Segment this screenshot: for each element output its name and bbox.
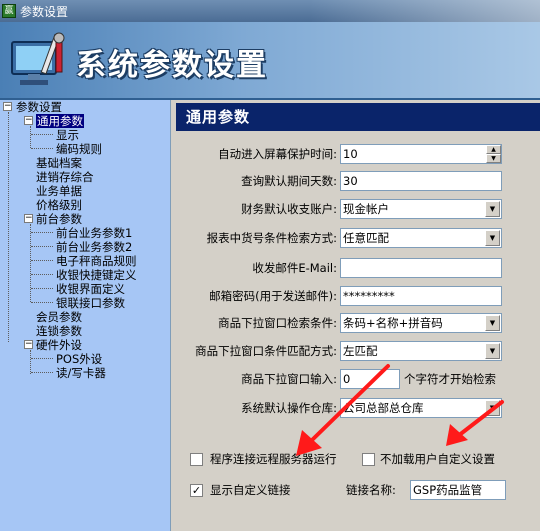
tree-item-display[interactable]: 显示 — [56, 128, 79, 142]
email-password-label: 邮箱密码(用于发送邮件): — [209, 289, 337, 303]
tree-branch — [31, 274, 53, 275]
email-password-input[interactable]: ********* — [340, 286, 502, 306]
tree-guide-line — [30, 350, 31, 374]
spin-down-icon[interactable]: ▼ — [486, 154, 501, 163]
annotation-arrow-icon — [296, 364, 390, 456]
tree-branch — [31, 260, 53, 261]
report-filter-select[interactable]: 任意匹配 ▼ — [340, 228, 502, 248]
settings-tree[interactable]: − 参数设置 − 通用参数 显示 编码规则 基础档案 进销存综合 业务单据 价格… — [0, 100, 171, 531]
email-input[interactable] — [340, 258, 502, 278]
tree-branch — [31, 302, 53, 303]
tree-item-price-level[interactable]: 价格级别 — [36, 198, 82, 212]
tree-item-frontdesk-1[interactable]: 前台业务参数1 — [56, 226, 132, 240]
dropdown-match-label: 商品下拉窗口条件匹配方式: — [195, 344, 337, 358]
titlebar-overlay — [310, 0, 540, 22]
tree-branch — [31, 372, 53, 373]
tree-collapse-icon[interactable]: − — [24, 116, 33, 125]
account-label: 财务默认收支账户: — [241, 202, 337, 216]
tree-guide-line — [30, 224, 31, 302]
dropdown-search-select[interactable]: 条码+名称+拼音码 ▼ — [340, 313, 502, 333]
tree-guide-line — [8, 112, 9, 342]
account-select[interactable]: 现金帐户 ▼ — [340, 199, 502, 219]
banner-heading: 系统参数设置 — [76, 48, 268, 83]
query-days-label: 查询默认期间天数: — [241, 174, 337, 188]
tree-item-root[interactable]: 参数设置 — [16, 100, 62, 114]
tree-item-chain[interactable]: 连锁参数 — [36, 324, 82, 338]
chevron-down-icon[interactable]: ▼ — [485, 230, 500, 246]
tree-collapse-icon[interactable]: − — [24, 214, 33, 223]
tree-item-card-reader[interactable]: 读/写卡器 — [56, 366, 106, 380]
screen-saver-input[interactable]: 10 ▲ ▼ — [340, 144, 502, 164]
banner: 系统参数设置 — [0, 22, 540, 100]
tree-item-coding[interactable]: 编码规则 — [56, 142, 102, 156]
tree-guide-line — [30, 126, 31, 148]
screen-saver-label: 自动进入屏幕保护时间: — [218, 147, 337, 161]
tree-branch — [31, 358, 53, 359]
tree-item-general[interactable]: 通用参数 — [36, 114, 84, 128]
tree-item-unionpay[interactable]: 银联接口参数 — [56, 296, 125, 310]
tree-item-inventory[interactable]: 进销存综合 — [36, 170, 94, 184]
link-name-label: 链接名称: — [346, 483, 396, 497]
tree-item-scale-rules[interactable]: 电子秤商品规则 — [56, 254, 137, 268]
tree-branch — [31, 232, 53, 233]
app-icon: 赢 — [2, 4, 16, 18]
custom-link-label[interactable]: 显示自定义链接 — [210, 482, 291, 498]
tree-item-cashier-ui[interactable]: 收银界面定义 — [56, 282, 125, 296]
tree-collapse-icon[interactable]: − — [3, 102, 12, 111]
section-title: 通用参数 — [176, 103, 540, 131]
tree-item-documents[interactable]: 业务单据 — [36, 184, 82, 198]
tree-item-hotkeys[interactable]: 收银快捷键定义 — [56, 268, 137, 282]
tree-item-frontdesk[interactable]: 前台参数 — [36, 212, 82, 226]
tree-branch — [31, 288, 53, 289]
chevron-down-icon[interactable]: ▼ — [485, 315, 500, 331]
tree-item-basic[interactable]: 基础档案 — [36, 156, 82, 170]
settings-panel: 通用参数 自动进入屏幕保护时间: 10 ▲ ▼ 查询默认期间天数: 30 财务默… — [172, 100, 540, 531]
spin-up-icon[interactable]: ▲ — [486, 145, 501, 154]
email-label: 收发邮件E-Mail: — [252, 261, 337, 275]
tree-item-pos-device[interactable]: POS外设 — [56, 352, 102, 366]
annotation-arrow-icon — [446, 400, 504, 446]
window-titlebar: 赢 参数设置 — [0, 0, 540, 22]
remote-server-checkbox[interactable] — [190, 453, 203, 466]
tree-collapse-icon[interactable]: − — [24, 340, 33, 349]
query-days-input[interactable]: 30 — [340, 171, 502, 191]
custom-link-checkbox[interactable]: ✓ — [190, 484, 203, 497]
dropdown-input-suffix: 个字符才开始检索 — [404, 372, 496, 386]
spin-stepper[interactable]: ▲ ▼ — [486, 145, 501, 163]
chevron-down-icon[interactable]: ▼ — [485, 201, 500, 217]
tree-branch — [31, 246, 53, 247]
chevron-down-icon[interactable]: ▼ — [485, 343, 500, 359]
link-name-input[interactable]: GSP药品监管 — [410, 480, 506, 500]
report-filter-label: 报表中货号条件检索方式: — [206, 231, 337, 245]
dropdown-match-select[interactable]: 左匹配 ▼ — [340, 341, 502, 361]
window-title: 参数设置 — [20, 4, 69, 19]
tree-item-frontdesk-2[interactable]: 前台业务参数2 — [56, 240, 132, 254]
computer-tools-icon — [11, 32, 65, 85]
tree-item-hardware[interactable]: 硬件外设 — [36, 338, 82, 352]
dropdown-search-label: 商品下拉窗口检索条件: — [218, 316, 337, 330]
tree-item-member[interactable]: 会员参数 — [36, 310, 82, 324]
tree-branch — [31, 148, 53, 149]
tree-branch — [31, 134, 53, 135]
